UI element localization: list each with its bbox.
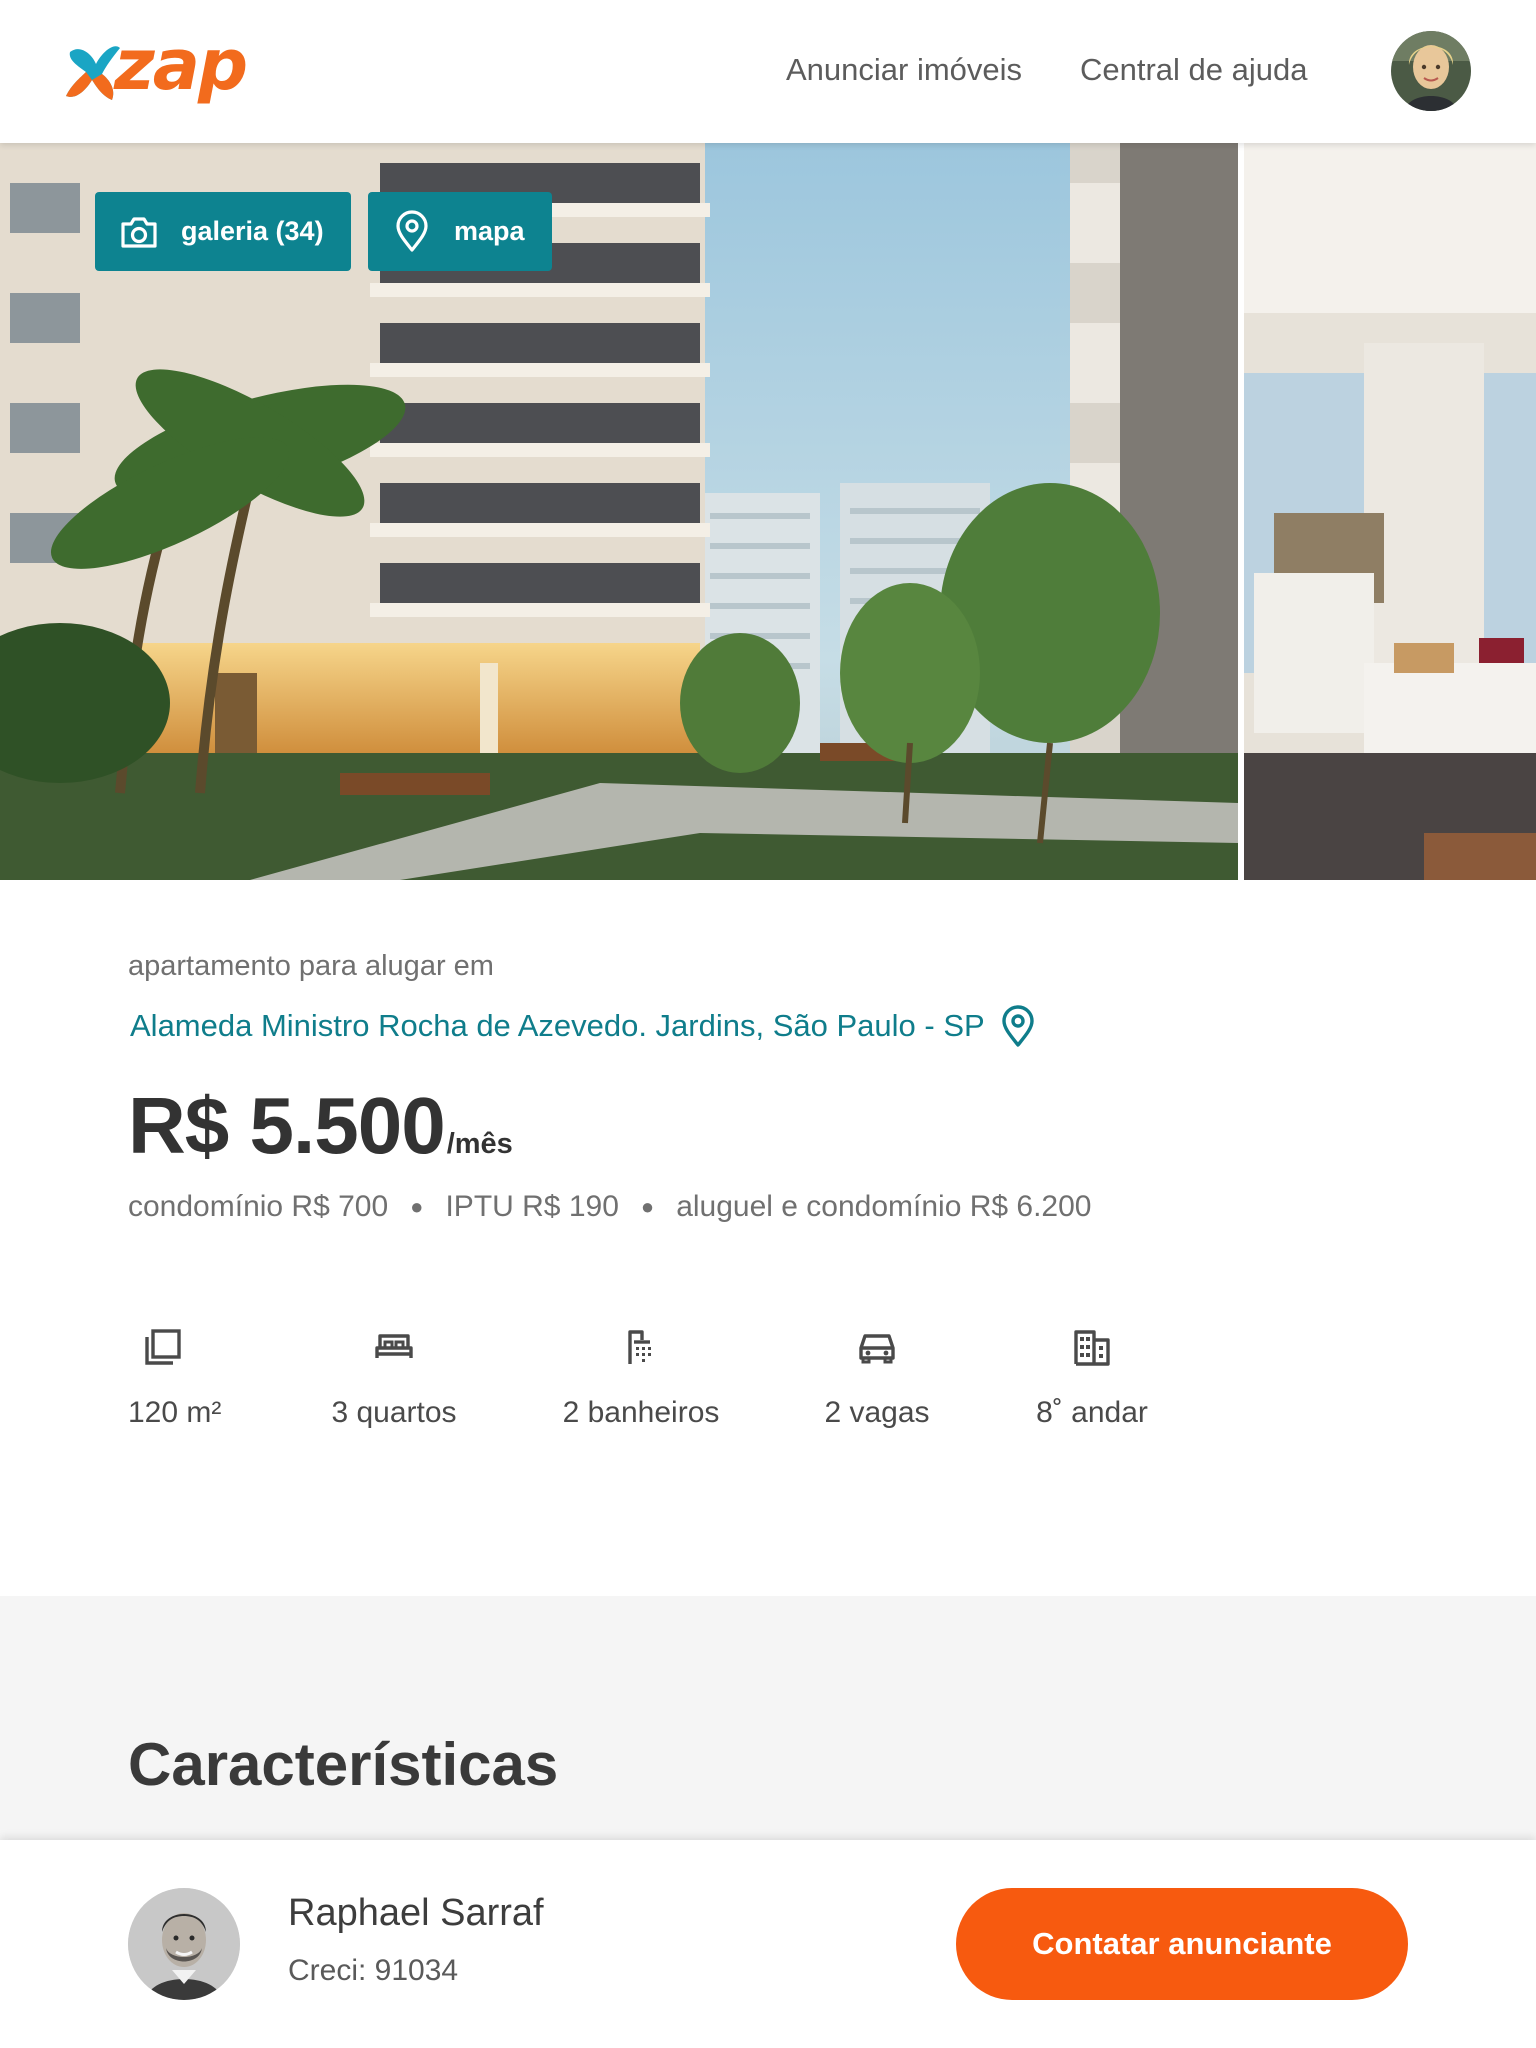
agent-avatar	[128, 1888, 240, 2000]
feature-floor-label: 8˚ andar	[1036, 1396, 1148, 1429]
user-avatar-image	[1391, 31, 1471, 111]
feature-bathrooms-label: 2 banheiros	[562, 1396, 720, 1429]
top-header: zap Anunciar imóveis Central de ajuda	[0, 0, 1536, 143]
map-button-label: mapa	[454, 216, 525, 246]
feature-parking: 2 vagas	[822, 1326, 932, 1430]
separator-dot: ●	[410, 1194, 424, 1219]
agent-name: Raphael Sarraf	[288, 1892, 544, 1934]
user-avatar[interactable]	[1391, 31, 1471, 111]
feature-bathrooms: 2 banheiros	[558, 1326, 724, 1430]
agent-creci: Creci: 91034	[288, 1954, 459, 1987]
gallery-photo-secondary[interactable]	[1244, 143, 1536, 880]
listing-address-link[interactable]: Alameda Ministro Rocha de Azevedo. Jardi…	[130, 1004, 1037, 1048]
camera-icon	[121, 216, 157, 248]
listing-subtitle: apartamento para alugar em	[128, 950, 494, 982]
feature-floor: 8˚ andar	[1030, 1326, 1154, 1430]
listing-address: Alameda Ministro Rocha de Azevedo. Jardi…	[130, 1008, 985, 1043]
nav-central-de-ajuda[interactable]: Central de ajuda	[1080, 52, 1308, 88]
feature-bedrooms: 3 quartos	[324, 1326, 464, 1430]
gallery-button-label: galeria (34)	[181, 216, 324, 246]
price-row: R$ 5.500 /mês	[128, 1080, 513, 1172]
logo-text: zap	[114, 24, 248, 106]
gallery-button[interactable]: galeria (34)	[95, 192, 351, 271]
additional-costs: condomínio R$ 700 ● IPTU R$ 190 ● alugue…	[128, 1190, 1092, 1224]
nav-anunciar-imoveis[interactable]: Anunciar imóveis	[786, 52, 1022, 88]
map-pin-icon	[396, 209, 428, 252]
contact-bar: Raphael Sarraf Creci: 91034 Contatar anu…	[0, 1840, 1536, 2048]
feature-bedrooms-label: 3 quartos	[331, 1396, 457, 1429]
price-value: R$ 5.500	[128, 1081, 446, 1170]
area-icon	[145, 1329, 181, 1365]
agent-avatar-image	[128, 1888, 240, 2000]
location-pin-icon	[1001, 1005, 1034, 1047]
price-unit: /mês	[446, 1128, 513, 1160]
characteristics-title: Características	[128, 1731, 559, 1798]
separator-dot: ●	[640, 1194, 655, 1219]
contact-advertiser-button[interactable]: Contatar anunciante	[956, 1888, 1408, 2000]
feature-area: 120 m²	[128, 1326, 222, 1430]
photo-gallery[interactable]: galeria (34) mapa	[0, 143, 1536, 880]
zap-logo[interactable]: zap	[62, 24, 262, 114]
feature-area-label: 120 m²	[128, 1396, 222, 1429]
building-icon	[1074, 1330, 1110, 1366]
map-button[interactable]: mapa	[368, 192, 552, 271]
cost-total: aluguel e condomínio R$ 6.200	[676, 1190, 1092, 1223]
cost-condominio: condomínio R$ 700	[128, 1190, 389, 1223]
bed-icon	[375, 1334, 413, 1358]
property-features: 120 m² 3 quartos 2 banheiros 2 vagas 8˚ …	[128, 1326, 1228, 1446]
cost-iptu: IPTU R$ 190	[445, 1190, 619, 1223]
feature-parking-label: 2 vagas	[824, 1396, 930, 1429]
car-icon	[859, 1334, 895, 1364]
shower-icon	[628, 1330, 651, 1364]
